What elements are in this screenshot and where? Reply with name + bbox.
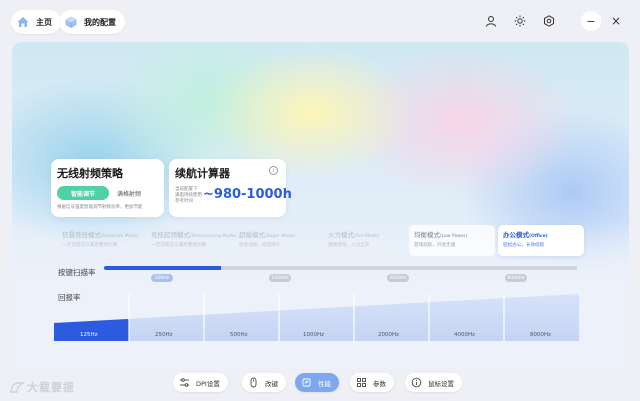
settings-button[interactable] [539,11,559,31]
brightness-button[interactable] [510,11,530,31]
polling-option-4000[interactable]: 4000Hz [454,332,475,338]
minimize-icon: − [586,14,596,28]
tab-label: 性能 [318,379,331,388]
mode-name: 超能模式(Super Mode) [239,231,296,239]
mode-desc: 一次充电可以满足整场比赛 [151,243,207,248]
nav-config-button[interactable]: 我的配置 [59,10,125,34]
mode-name: 办公模式(Office) [503,231,548,239]
mode-overclock[interactable]: 竞技超频模式(Overclocking Mode) 一次充电可以满足整场比赛 [146,225,237,256]
tab-label: 参数 [373,379,386,388]
tab-label: 改键 [265,379,278,388]
scan-segment-3[interactable] [341,266,457,270]
top-bar: 主页 我的配置 − × [0,0,640,42]
cube-icon [63,14,79,30]
scan-segment-4[interactable] [459,266,577,270]
mouse-icon [248,377,259,388]
mode-balanced[interactable]: 均衡模式(Low Power) 游戏续航，开会无虞 [409,225,495,256]
close-button[interactable]: × [606,11,626,31]
watermark: 大载要提 [9,378,89,396]
scan-tick-4000[interactable]: 4000Hz [387,274,409,282]
wireless-description: 根据信号强度智能调节射频功率，更加节能 [57,205,143,210]
tab-dpi-settings[interactable]: DPI设置 [173,373,228,392]
mode-super[interactable]: 超能模式(Super Mode) 性能强劲，续航持久 [234,225,320,256]
tab-mouse-settings[interactable]: 鼠标设置 [405,373,462,392]
polling-rate-selector[interactable]: 125Hz 250Hz 500Hz 1000Hz 2000Hz 4000Hz 8… [54,294,579,341]
sun-icon [514,12,526,31]
nav-config-label: 我的配置 [84,17,116,27]
polling-option-500[interactable]: 500Hz [230,332,248,338]
battery-notes: 当前配置下 满电持续使用 参考时间 [175,187,202,205]
mode-name: 狂暴竞技模式(Hardcore Mode) [62,231,139,239]
tab-key-remap[interactable]: 改键 [242,373,286,392]
performance-panel: 无线射频策略 智能调节 满格射频 根据信号强度智能调节射频功率，更加节能 续航计… [12,42,629,369]
scan-segment-2[interactable] [223,266,339,270]
mode-name: 均衡模式(Low Power) [414,231,468,239]
scan-segment-1[interactable] [104,266,221,270]
polling-option-250[interactable]: 250Hz [155,332,173,338]
scan-rate-label: 按键扫描率 [58,268,96,277]
home-icon [15,14,31,30]
full-rf-button[interactable]: 满格射频 [117,186,141,200]
watermark-text: 大载要提 [27,381,75,394]
mode-name: 竞技超频模式(Overclocking Mode) [151,231,237,239]
chip-icon [301,377,312,388]
battery-card-title: 续航计算器 [175,167,230,180]
user-button[interactable] [481,11,501,31]
mode-desc: 游戏续航，开会无虞 [414,243,456,248]
close-icon: × [610,14,622,28]
scan-tick-8000[interactable]: 8000Hz [505,274,527,282]
tab-label: DPI设置 [196,379,220,388]
tab-parameters[interactable]: 参数 [350,373,394,392]
info-circle-icon [411,377,422,388]
polling-option-8000[interactable]: 8000Hz [530,332,551,338]
mode-desc: 性能强劲，续航持久 [239,243,281,248]
mode-desc: 一次充电可以满足整场比赛 [62,243,118,248]
watermark-logo-icon [10,382,25,393]
wireless-strategy-card: 无线射频策略 智能调节 满格射频 根据信号强度智能调节射频功率，更加节能 [51,159,164,217]
mode-name: 火力模式(Fire Mode) [328,231,380,239]
smart-adjust-button[interactable]: 智能调节 [57,186,109,200]
user-icon [485,12,497,31]
polling-option-1000[interactable]: 1000Hz [303,332,324,338]
scan-tick-1000[interactable]: 1000Hz [269,274,291,282]
nav-home-label: 主页 [36,17,52,27]
polling-option-2000[interactable]: 2000Hz [378,332,399,338]
sliders-icon [179,377,190,388]
tab-performance[interactable]: 性能 [295,373,339,392]
mode-desc: 激情游戏，火力全开 [328,243,370,248]
nav-home-button[interactable]: 主页 [11,10,61,34]
battery-note-3: 参考时间 [175,199,193,204]
mode-hardcore[interactable]: 狂暴竞技模式(Hardcore Mode) 一次充电可以满足整场比赛 [57,225,143,256]
tab-label: 鼠标设置 [428,379,454,388]
mode-desc: 轻松办公，长效续航 [503,243,545,248]
minimize-button[interactable]: − [581,11,601,31]
battery-calculator-card: 续航计算器 i 当前配置下 满电持续使用 参考时间 ~980-1000h [169,159,292,217]
scan-rate-slider[interactable] [104,266,577,270]
polling-option-125[interactable]: 125Hz [80,332,98,338]
battery-value: ~980-1000h [203,187,292,202]
info-icon[interactable]: i [269,166,278,175]
mode-office[interactable]: 办公模式(Office) 轻松办公，长效续航 [498,225,584,256]
scan-tick-500[interactable]: 500Hz [151,274,173,282]
gear-icon [543,12,555,31]
grid-icon [356,377,367,388]
mode-fire[interactable]: 火力模式(Fire Mode) 激情游戏，火力全开 [323,225,409,256]
wireless-card-title: 无线射频策略 [57,167,123,180]
